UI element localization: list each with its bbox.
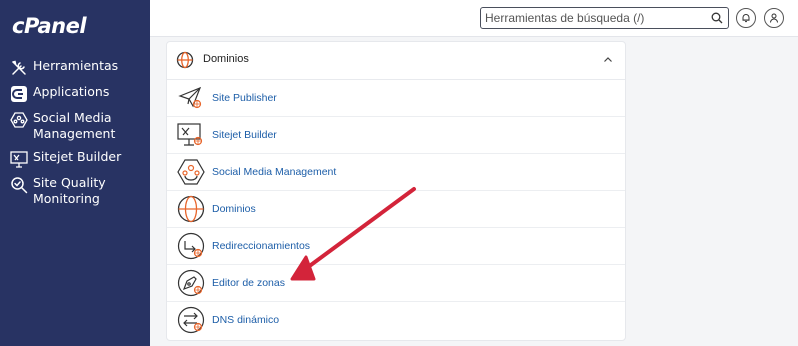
sidebar-item-site-quality-monitoring[interactable]: Site Quality Monitoring <box>0 175 150 207</box>
list-item-editor-de-zonas[interactable]: Editor de zonas <box>167 265 625 302</box>
tools-icon <box>10 59 28 77</box>
sidebar-item-sitejet-builder[interactable]: Sitejet Builder <box>0 149 150 168</box>
search-box <box>480 7 729 29</box>
sidebar-nav: Herramientas Applications Social Media M… <box>0 58 150 214</box>
dynamic-dns-icon <box>177 306 205 334</box>
list-item-dns-dinamico[interactable]: DNS dinámico <box>167 302 625 339</box>
domains-panel: Dominios Site Publisher Sitejet Builder … <box>166 41 626 341</box>
bell-icon <box>742 14 750 23</box>
list-item-sitejet-builder[interactable]: Sitejet Builder <box>167 117 625 154</box>
item-label: DNS dinámico <box>212 314 280 326</box>
search-icon[interactable] <box>711 12 723 24</box>
item-label: Editor de zonas <box>212 277 285 289</box>
sidebar-item-applications[interactable]: Applications <box>0 84 150 103</box>
zone-editor-icon <box>177 269 205 297</box>
user-menu-button[interactable] <box>764 8 784 28</box>
sidebar-item-label: Sitejet Builder <box>33 149 122 164</box>
sitejet-icon <box>10 150 28 168</box>
redirect-icon <box>177 232 205 260</box>
domains-panel-header[interactable]: Dominios <box>167 42 625 80</box>
search-input[interactable] <box>485 10 707 26</box>
item-label: Redireccionamientos <box>212 240 311 252</box>
cpanel-logo[interactable]: cPanel <box>12 14 87 38</box>
domains-icon <box>176 51 194 69</box>
sidebar-item-label: Herramientas <box>33 58 119 73</box>
globe-icon <box>177 195 205 223</box>
item-label: Social Media Management <box>212 166 337 178</box>
social-media-icon <box>10 111 28 129</box>
sidebar-item-social-media-management[interactable]: Social Media Management <box>0 110 150 142</box>
sidebar-item-label: Social Media Management <box>33 110 116 141</box>
site-quality-icon <box>10 176 28 194</box>
item-label: Site Publisher <box>212 92 277 104</box>
sidebar-item-herramientas[interactable]: Herramientas <box>0 58 150 77</box>
item-label: Dominios <box>212 203 256 215</box>
hexagon-network-icon <box>177 159 205 185</box>
sidebar-item-label: Site Quality Monitoring <box>33 175 106 206</box>
list-item-dominios[interactable]: Dominios <box>167 191 625 228</box>
monitor-icon <box>177 123 203 146</box>
panel-title: Dominios <box>203 53 249 65</box>
sidebar-item-label: Applications <box>33 84 110 99</box>
list-item-social-media-management[interactable]: Social Media Management <box>167 154 625 191</box>
sidebar: cPanel Herramientas Applications Social … <box>0 0 150 346</box>
list-item-site-publisher[interactable]: Site Publisher <box>167 80 625 117</box>
item-label: Sitejet Builder <box>212 129 277 141</box>
user-icon <box>770 13 778 23</box>
list-item-redireccionamientos[interactable]: Redireccionamientos <box>167 228 625 265</box>
notifications-button[interactable] <box>736 8 756 28</box>
applications-icon <box>10 85 28 103</box>
chevron-up-icon[interactable] <box>603 55 613 65</box>
paper-plane-icon <box>178 86 202 109</box>
top-bar <box>150 0 798 37</box>
